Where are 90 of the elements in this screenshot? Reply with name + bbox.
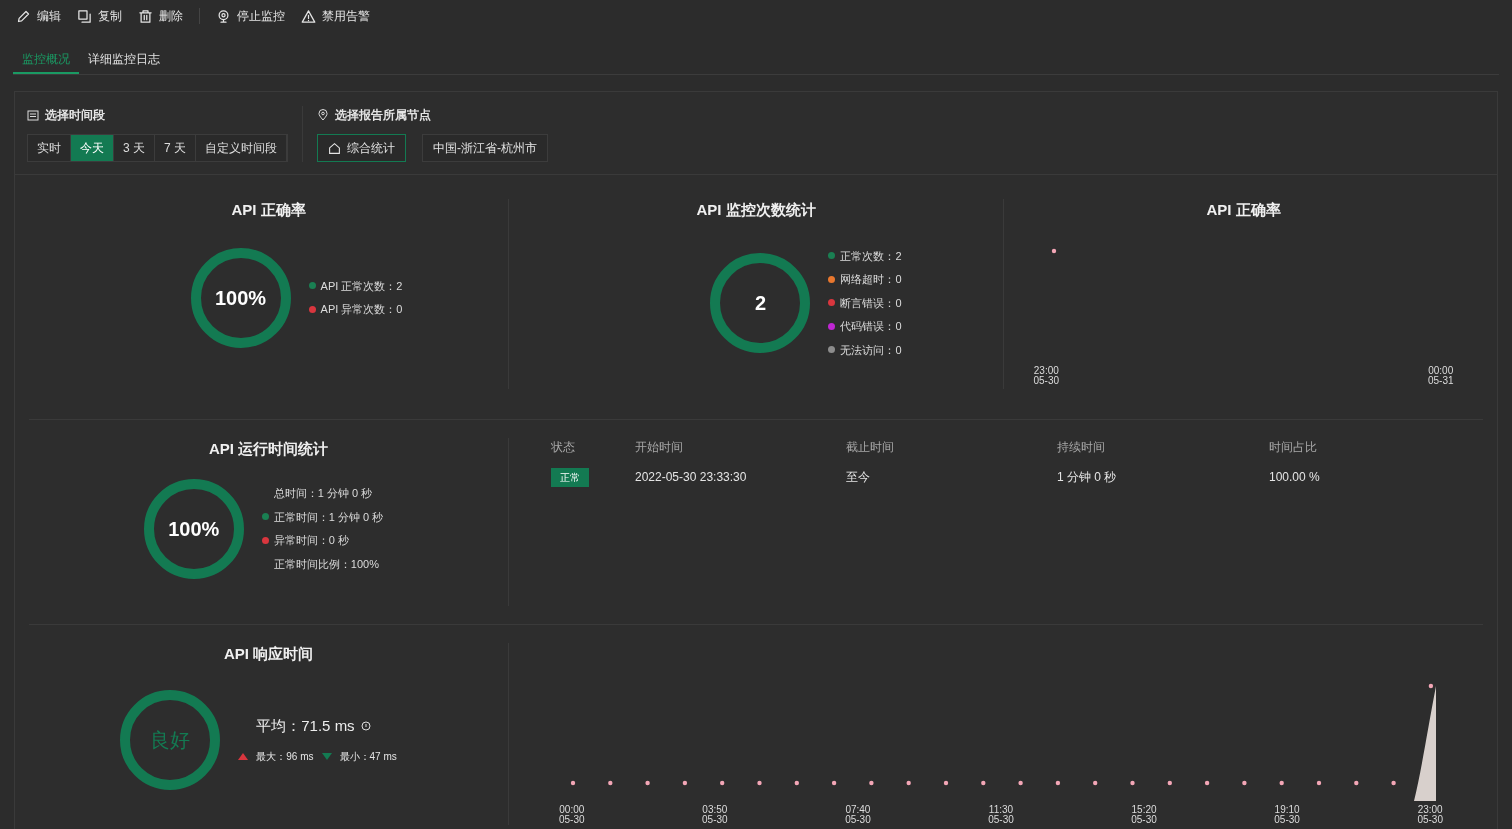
calendar-icon [27,109,39,121]
toolbar-button[interactable]: 删除 [138,7,183,25]
webcam-icon [216,8,231,24]
min-response-time: 最小：47 ms [339,750,397,765]
legend-label: 代码错误：0 [840,319,902,334]
data-point [1279,780,1284,786]
data-point [757,780,762,786]
data-point [1354,780,1359,786]
data-point [1167,780,1172,786]
data-point [570,780,576,786]
data-point [1130,780,1135,786]
location-pin-icon [317,109,330,121]
section-title: API 正确率 [231,200,306,220]
section-title: API 响应时间 [223,644,314,664]
legend-label: 正常次数：2 [840,248,902,264]
legend-label: 正常时间比例：100% [273,556,379,572]
column-header: 时间占比 [1269,439,1318,456]
tab[interactable]: 详细监控日志 [79,50,169,74]
data-point [906,780,911,786]
data-point [831,780,837,786]
axis-label: 15:20 05-30 [1131,805,1157,825]
legend-label: 异常时间：0 秒 [273,533,349,548]
filter-title: 选择时间段 [45,107,105,124]
column-header: 开始时间 [635,439,684,456]
copy-icon [77,8,92,24]
average-response-time: 平均：71.5 ms [256,715,355,736]
axis-label: 11:30 05-30 [988,805,1014,825]
table-cell-text: 至今 [846,469,871,486]
legend-label: 网络超时：0 [840,272,902,287]
column-header: 状态 [551,439,576,456]
status-tag: 正常 [551,468,589,487]
data-point [1391,780,1396,786]
toolbar-button[interactable]: 禁用告警 [301,7,370,25]
legend-label: API 异常次数：0 [320,302,403,317]
data-point [981,780,986,786]
trash-icon [138,8,153,24]
info-icon[interactable] [360,721,371,731]
up-triangle-icon [238,753,249,761]
axis-label: 00:00 05-31 [1427,365,1454,386]
table-cell-text: 2022-05-30 23:33:30 [635,469,748,486]
node-option[interactable]: 综合统计 [317,134,407,162]
data-point [943,780,949,786]
axis-label: 00:00 05-30 [559,805,585,825]
table-cell-text: 100.00 % [1269,469,1321,486]
legend-label: 断言错误：0 [840,295,902,311]
legend-label: 正常时间：1 分钟 0 秒 [273,509,384,525]
data-point [1051,248,1056,253]
toolbar-button[interactable]: 编辑 [16,7,61,25]
node-option[interactable]: 中国-浙江省-杭州市 [422,134,549,162]
data-point [608,780,613,786]
pencil-icon [16,8,31,24]
accuracy-ring: 100% [190,247,291,348]
count-ring: 2 [710,252,811,353]
down-triangle-icon [321,753,332,761]
column-header: 截止时间 [846,439,895,456]
section-title: API 监控次数统计 [696,200,816,220]
legend-label: API 正常次数：2 [320,278,403,294]
max-response-time: 最大：96 ms [256,750,314,765]
data-point [720,780,725,786]
axis-label: 03:50 05-30 [702,805,728,825]
toolbar-button[interactable]: 停止监控 [216,7,285,25]
rating-ring: 良好 [120,689,221,790]
filter-title: 选择报告所属节点 [335,107,432,124]
runtime-ring: 100% [143,478,244,579]
data-point [1018,780,1023,786]
axis-label: 23:00 05-30 [1033,365,1060,386]
data-point [869,780,874,786]
data-point [794,780,799,786]
section-title: API 运行时间统计 [208,439,329,459]
data-point [1428,683,1434,689]
home-icon [328,141,342,155]
legend-label: 无法访问：0 [840,342,902,358]
data-point [1242,780,1247,786]
legend-label: 总时间：1 分钟 0 秒 [273,486,373,501]
section-title: API 正确率 [1206,200,1281,220]
axis-label: 23:00 05-30 [1417,805,1443,825]
data-point [1316,780,1322,786]
data-point [1055,780,1061,786]
column-header: 持续时间 [1057,439,1106,456]
time-range-option[interactable]: 今天 [71,135,114,161]
data-point [1204,780,1210,786]
data-point [1093,780,1098,786]
tab[interactable]: 监控概况 [13,50,79,74]
axis-label: 07:40 05-30 [845,805,871,825]
table-cell-text: 1 分钟 0 秒 [1057,469,1118,486]
toolbar-button[interactable]: 复制 [77,7,122,25]
axis-label: 19:10 05-30 [1274,805,1300,825]
data-point [645,780,650,786]
warning-icon [301,8,316,24]
data-point [682,780,688,786]
